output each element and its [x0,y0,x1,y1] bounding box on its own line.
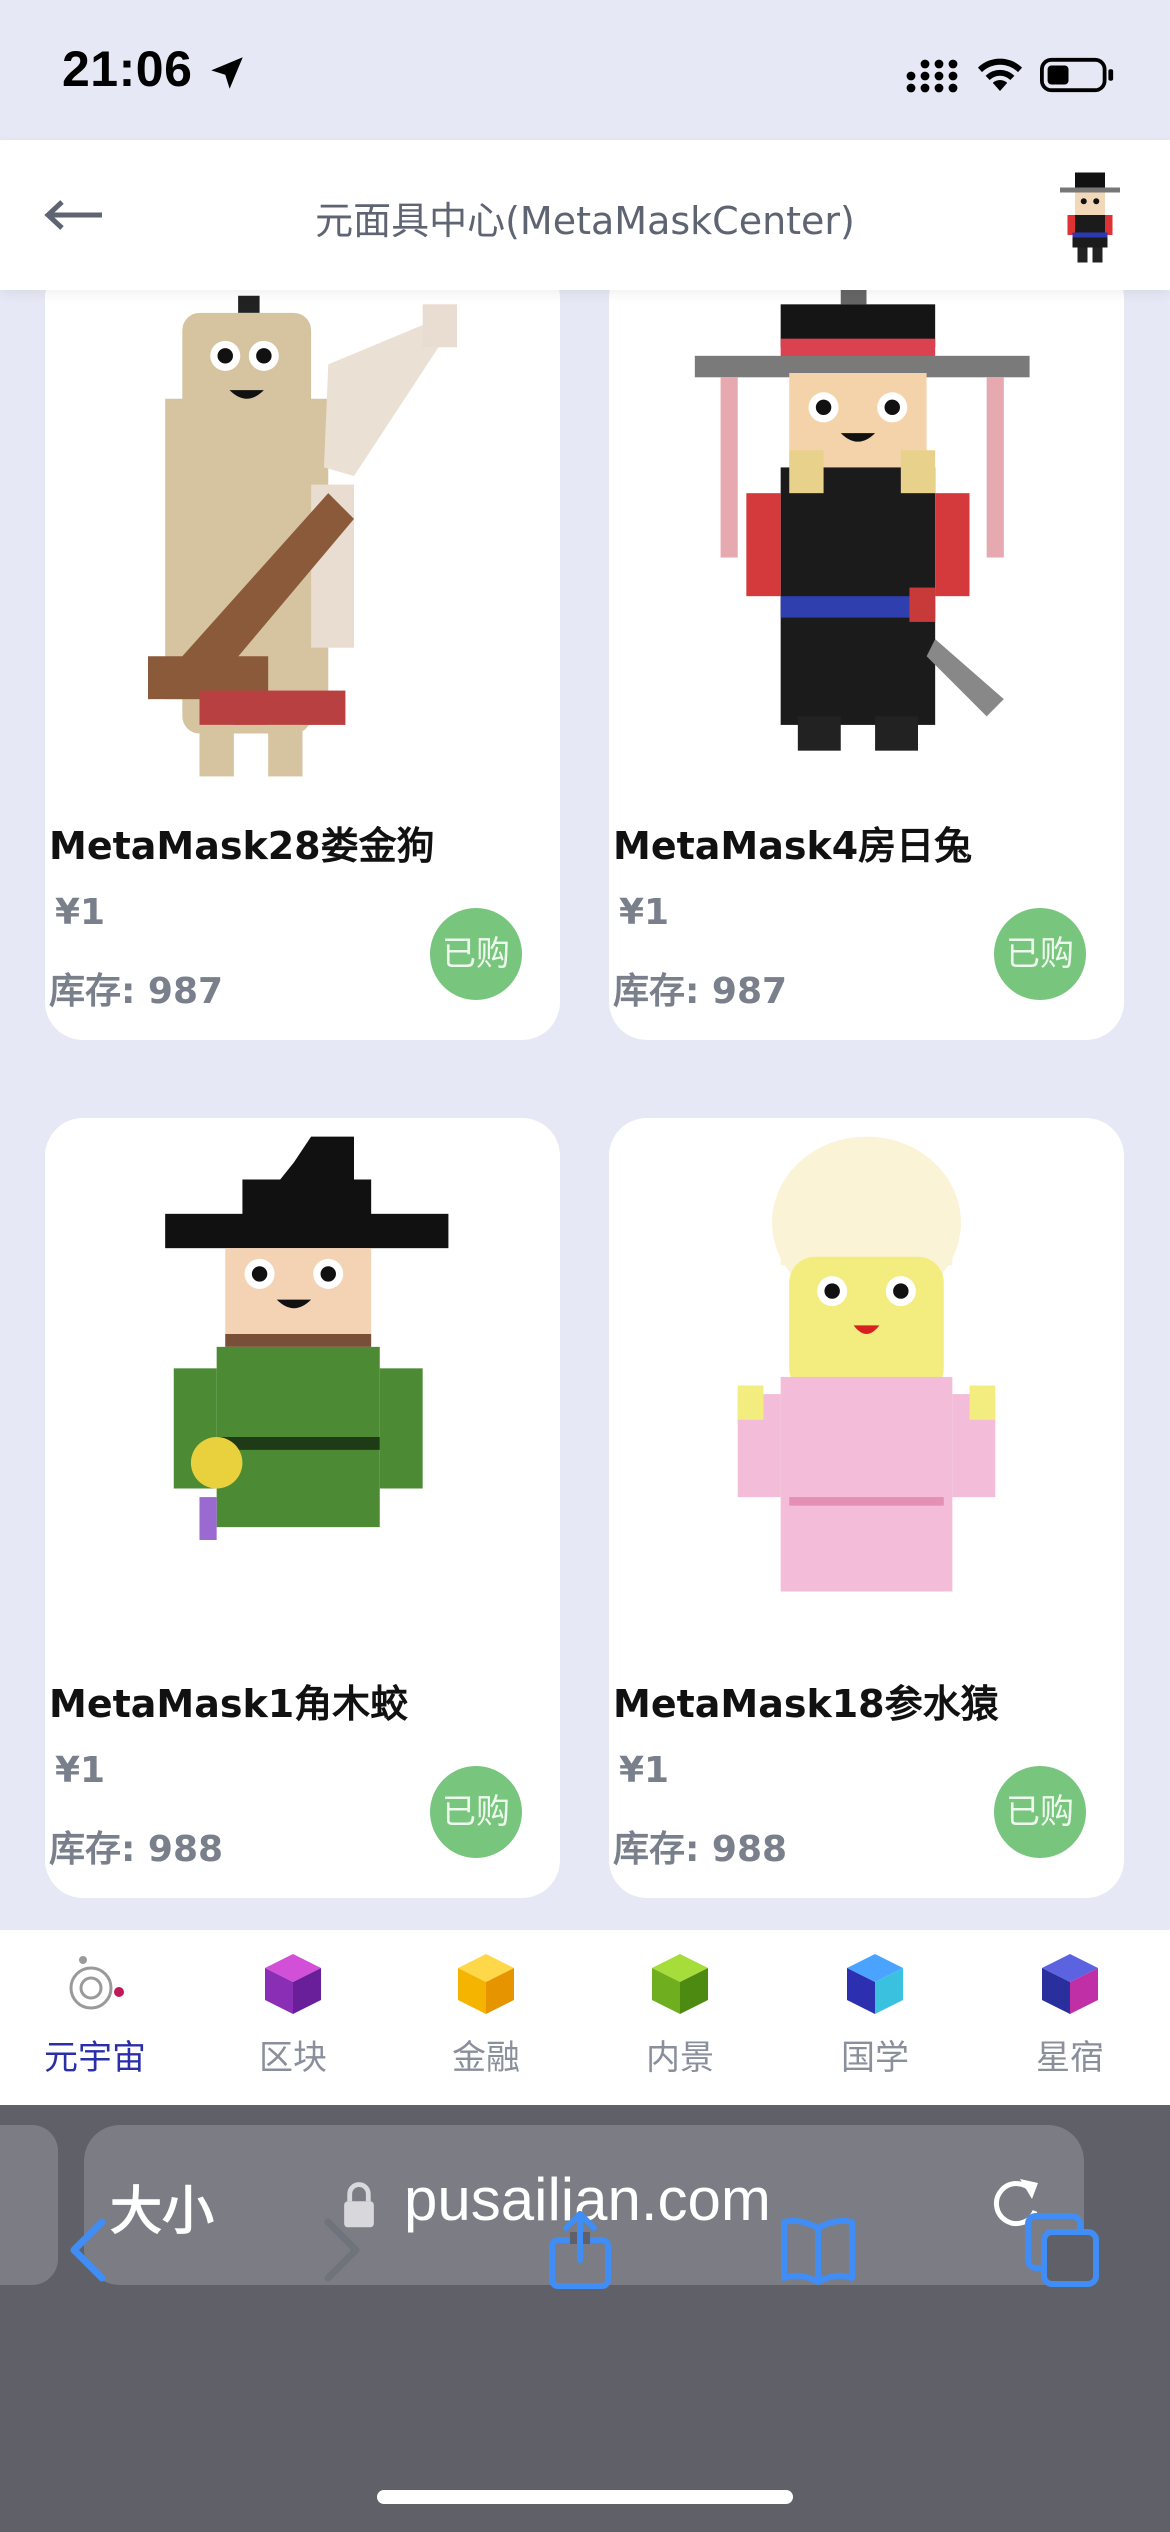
tab-label: 国学 [841,2038,909,2078]
product-card[interactable]: MetaMask18参水猿 ¥1 库存: 988 已购 [609,1118,1124,1898]
product-price: ¥1 [55,1750,106,1791]
dog-mask-image [148,295,457,777]
bookmarks-icon[interactable] [778,2210,858,2290]
cellular-signal-icon [906,59,958,93]
tab-label: 元宇宙 [44,2038,146,2078]
tab-metaverse[interactable]: 元宇宙 [15,1948,175,2098]
product-name: MetaMask1角木蛟 [49,1682,409,1726]
purchased-badge[interactable]: 已购 [430,1766,522,1858]
forward-icon[interactable] [298,2210,378,2290]
tab-label: 内景 [646,2038,714,2078]
purchased-badge[interactable]: 已购 [994,1766,1086,1858]
status-bar: 21:06 [0,0,1170,140]
product-stock: 库存: 988 [613,1829,788,1870]
product-name: MetaMask28娄金狗 [49,824,435,868]
product-name: MetaMask4房日兔 [613,824,973,868]
indigo-cube-icon [1042,1954,1098,2014]
tab-blockchain[interactable]: 区块 [213,1948,373,2098]
status-time: 21:06 [62,41,193,97]
product-grid: MetaMask28娄金狗 ¥1 库存: 987 已购 MetaMask4房日兔… [0,290,1170,1930]
product-name: MetaMask18参水猿 [613,1682,999,1726]
tabs-icon[interactable] [1022,2210,1102,2290]
product-card[interactable]: MetaMask4房日兔 ¥1 库存: 987 已购 [609,290,1124,1040]
previous-tab-preview[interactable] [0,2125,58,2285]
purchased-badge[interactable]: 已购 [430,908,522,1000]
tab-label: 区块 [259,2038,327,2078]
share-icon[interactable] [540,2210,620,2290]
tab-label: 星宿 [1036,2038,1104,2078]
bottom-tab-bar: 元宇宙 区块 金融 内景 国学 星宿 [0,1930,1170,2105]
product-price: ¥1 [619,1750,670,1791]
rabbit-mask-image [694,290,1030,751]
orbit-icon [69,1956,124,2010]
product-stock: 库存: 987 [49,971,224,1012]
product-stock: 库存: 988 [49,1829,224,1870]
green-cube-icon [652,1954,708,2014]
page-title: 元面具中心(MetaMaskCenter) [315,199,855,243]
tab-constellation[interactable]: 星宿 [990,1948,1150,2098]
product-card[interactable]: MetaMask1角木蛟 ¥1 库存: 988 已购 [45,1118,560,1898]
purchased-badge[interactable]: 已购 [994,908,1086,1000]
back-icon[interactable] [52,2210,132,2290]
browser-chrome: 大小 pusailian.com [0,2105,1170,2532]
product-price: ¥1 [55,892,106,933]
product-card[interactable]: MetaMask28娄金狗 ¥1 库存: 987 已购 [45,290,560,1040]
home-indicator[interactable] [377,2490,793,2504]
blue-cube-icon [847,1954,903,2014]
ape-mask-image [737,1136,996,1592]
purple-cube-icon [265,1954,321,2014]
dragon-mask-image [165,1136,449,1540]
product-price: ¥1 [619,892,670,933]
battery-icon [1040,57,1114,93]
product-stock: 库存: 987 [613,971,788,1012]
tab-finance[interactable]: 金融 [406,1948,566,2098]
tab-label: 金融 [452,2038,520,2078]
app-header: 元面具中心(MetaMaskCenter) [0,140,1170,290]
avatar[interactable] [1050,170,1130,265]
location-arrow-icon [211,57,243,89]
wifi-icon [977,58,1023,91]
gold-cube-icon [458,1954,514,2014]
tab-sinology[interactable]: 国学 [795,1948,955,2098]
tab-inner-view[interactable]: 内景 [600,1948,760,2098]
